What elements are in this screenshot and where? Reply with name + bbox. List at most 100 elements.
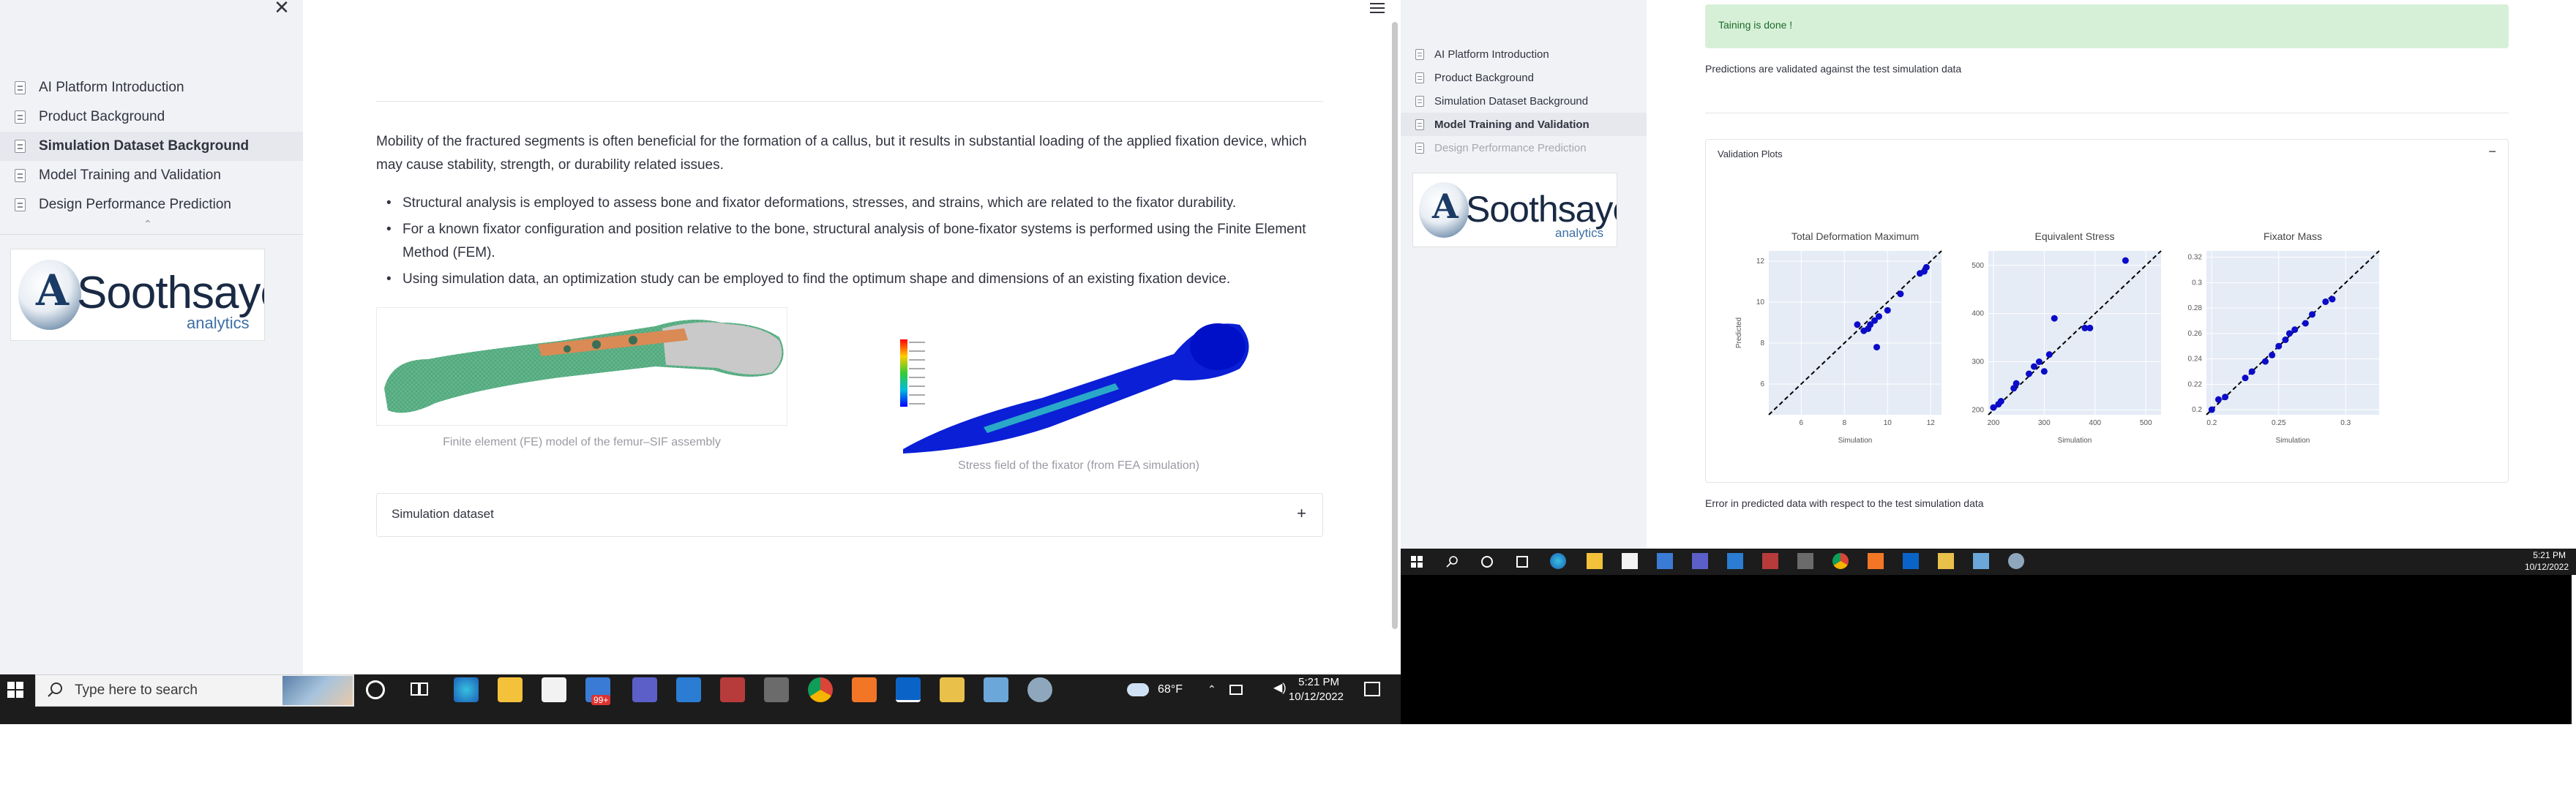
data-point [2040,368,2048,375]
sidebar-item-label: Design Performance Prediction [1434,141,1587,154]
store-icon[interactable] [1622,553,1638,569]
sidebar-item-label: Simulation Dataset Background [39,138,250,154]
notes-icon[interactable] [1973,553,1989,569]
page-icon [15,198,26,211]
data-point [1884,306,1891,314]
cortana-icon[interactable] [366,680,385,699]
x-axis-label: Simulation [2058,437,2092,445]
terminal-icon[interactable] [764,677,789,702]
right-sidebar-nav: AI Platform Introduction Product Backgro… [1401,42,1647,159]
y-tick-label: 6 [1760,380,1764,388]
page-icon [15,140,26,153]
sidebar-item-label: Product Background [39,109,165,124]
sidebar-item-product-background[interactable]: Product Background [1401,66,1647,89]
mail-icon[interactable] [1657,553,1673,569]
windows-start-icon[interactable] [1411,556,1423,568]
show-hidden-icons-chevron-icon[interactable]: ⌃ [1208,683,1216,696]
chrome-icon[interactable] [808,677,833,702]
left-sidebar-nav: AI Platform Introduction Product Backgro… [0,73,303,219]
sidebar-item-label: Model Training and Validation [39,168,221,183]
data-point [2051,315,2058,322]
jupyter-icon[interactable] [852,677,877,702]
teams-icon[interactable] [1692,553,1708,569]
chart-title: Equivalent Stress [2034,230,2115,242]
list-item: For a known fixator configuration and po… [376,218,1323,265]
app-icon[interactable] [2008,553,2024,569]
logo-wordmark: Soothsayer [77,268,264,318]
data-point [2309,311,2316,318]
soothsayer-logo: A Soothsayer analytics [10,249,265,341]
search-icon[interactable] [1446,556,1458,568]
x-axis-label: Simulation [1838,437,1873,445]
collapse-minus-icon[interactable]: − [2488,144,2496,159]
cortana-icon[interactable] [1481,556,1493,568]
success-alert: Taining is done ! [1705,4,2509,48]
teams-icon[interactable] [632,677,657,702]
jupyter-icon[interactable] [1868,553,1884,569]
settings-gear-icon[interactable] [720,677,745,702]
store-icon[interactable] [542,677,566,702]
data-point [2302,320,2309,327]
collapse-nav-chevron-icon[interactable]: ⌃ [143,218,152,230]
file-explorer-icon[interactable] [498,677,523,702]
y-tick-label: 400 [1972,310,1984,318]
mail-badge: 99+ [591,695,611,705]
windows-start-icon[interactable] [7,682,23,698]
sidebar-item-ai-platform-introduction[interactable]: AI Platform Introduction [1401,42,1647,66]
sidebar-item-product-background[interactable]: Product Background [0,102,303,132]
search-highlight-image [282,676,353,705]
close-sidebar-icon[interactable]: ✕ [272,0,291,18]
data-point [2275,342,2283,350]
scatter-chart-total-deformation: 6 8 10 12 6 8 10 12 Simulation Predicted [1735,250,1942,445]
y-tick-label: 0.24 [2188,356,2203,364]
taskbar-time: 5:21 PM [2533,550,2566,560]
sidebar-item-label: Model Training and Validation [1434,118,1590,131]
sidebar-item-design-performance-prediction[interactable]: Design Performance Prediction [0,190,303,219]
terminal-icon[interactable] [1797,553,1813,569]
sidebar-item-model-training-and-validation[interactable]: Model Training and Validation [0,161,303,190]
sidebar-item-simulation-dataset-background[interactable]: Simulation Dataset Background [1401,89,1647,113]
data-point [1922,263,1930,271]
sidebar-item-ai-platform-introduction[interactable]: AI Platform Introduction [0,73,303,102]
python-icon[interactable] [940,677,965,702]
webex-icon[interactable] [676,677,701,702]
sidebar-item-design-performance-prediction[interactable]: Design Performance Prediction [1401,136,1647,159]
python-icon[interactable] [1938,553,1954,569]
windows-logo-icon [7,682,23,698]
data-point [2214,396,2222,403]
notes-icon[interactable] [984,677,1008,702]
page-icon [1415,142,1424,154]
app-icon[interactable] [1027,677,1052,702]
outlook-icon[interactable] [896,677,921,702]
edge-browser-icon[interactable] [454,677,479,702]
network-icon[interactable] [1229,685,1243,695]
y-tick-label: 8 [1760,339,1764,347]
page-icon [1415,95,1424,107]
chrome-icon[interactable] [1832,553,1849,569]
windows-logo-icon [1411,556,1423,568]
task-view-icon[interactable] [410,680,429,699]
webex-icon[interactable] [1727,553,1743,569]
logo-subtitle: analytics [1555,226,1604,240]
settings-gear-icon[interactable] [1762,553,1778,569]
data-point [2208,406,2215,413]
x-tick-label: 6 [1799,419,1803,427]
file-explorer-icon[interactable] [1587,553,1603,569]
notifications-icon[interactable] [1364,682,1380,696]
sidebar-item-simulation-dataset-background[interactable]: Simulation Dataset Background [0,132,303,161]
y-tick-label: 500 [1972,262,1984,270]
outlook-icon[interactable] [1903,553,1919,569]
simulation-dataset-expander[interactable]: Simulation dataset + [376,493,1323,537]
sidebar-item-model-training-and-validation[interactable]: Model Training and Validation [1401,113,1647,136]
logo-letter: A [1432,187,1459,226]
task-view-icon[interactable] [1516,556,1528,568]
x-tick-label: 0.2 [2206,419,2217,427]
edge-browser-icon[interactable] [1550,553,1566,569]
weather-cloud-icon [1127,683,1149,696]
scrollbar[interactable] [1392,22,1398,629]
logo-letter: A [36,266,70,315]
expand-plus-icon[interactable]: + [1297,504,1306,523]
data-point [2086,324,2094,331]
menu-hamburger-icon[interactable] [1370,1,1386,15]
x-tick-label: 0.25 [2272,419,2286,427]
